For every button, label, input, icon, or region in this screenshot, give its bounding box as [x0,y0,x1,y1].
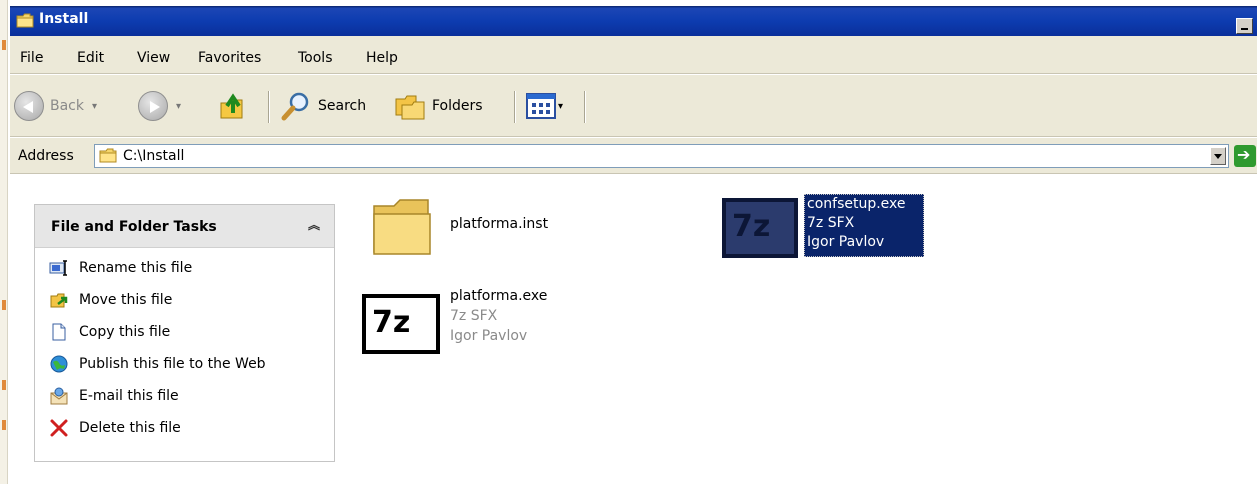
toolbar: Back ▾ ▾ Search Folders ▾ [10,75,1257,137]
task-email[interactable]: E-mail this file [49,383,179,409]
minimize-button[interactable] [1236,18,1253,34]
folders-label: Folders [432,98,483,114]
edge-mark [2,420,6,430]
forward-button[interactable]: ▾ [138,89,181,123]
tasks-header[interactable]: File and Folder Tasks ︽ [35,205,334,248]
task-label: Rename this file [79,260,193,276]
task-publish[interactable]: Publish this file to the Web [49,351,266,377]
views-icon [526,93,556,119]
toolbar-separator [514,91,516,123]
delete-icon [50,419,68,437]
file-description: 7z SFX [807,215,855,231]
menu-file[interactable]: File [20,50,43,66]
forward-dropdown-icon[interactable]: ▾ [176,101,181,112]
search-label: Search [318,98,367,114]
move-icon [50,293,68,308]
menu-edit[interactable]: Edit [77,50,104,66]
email-icon [50,387,68,405]
menu-tools[interactable]: Tools [298,50,333,66]
file-description: 7z SFX [450,308,498,324]
task-move[interactable]: Move this file [49,287,172,313]
file-company: Igor Pavlov [450,328,528,344]
folders-icon [395,95,425,120]
address-dropdown-button[interactable] [1210,147,1226,165]
task-copy[interactable]: Copy this file [49,319,170,345]
task-delete[interactable]: Delete this file [49,415,181,441]
address-value: C:\Install [123,148,185,164]
file-name: confsetup.exe [807,196,906,212]
publish-icon [50,355,68,373]
views-button[interactable]: ▾ [526,89,563,123]
file-name: platforma.inst [450,216,549,232]
back-dropdown-icon[interactable]: ▾ [92,101,97,112]
task-label: Delete this file [79,420,181,436]
forward-arrow-icon [138,91,168,121]
folder-icon [373,199,431,255]
window-title: Install [39,11,89,27]
edge-mark [2,300,6,310]
menu-help[interactable]: Help [366,50,398,66]
folder-icon [99,148,117,163]
address-input[interactable]: C:\Install [94,144,1229,168]
address-bar: Address C:\Install [10,138,1257,174]
search-button[interactable]: Search [280,89,366,123]
folder-icon [16,13,34,28]
task-label: Move this file [79,292,173,308]
selected-file-label: confsetup.exe 7z SFX Igor Pavlov [804,194,924,257]
menu-view[interactable]: View [137,50,170,66]
edge-mark [2,40,6,50]
rename-icon [49,260,67,276]
menu-bar: File Edit View Favorites Tools Help [10,36,1257,74]
copy-icon [52,323,66,341]
desktop-edge [0,0,8,484]
back-label: Back [50,98,84,114]
folders-button[interactable]: Folders [394,89,483,123]
explorer-window: Install File Edit View Favorites Tools H… [10,6,1257,484]
up-folder-icon [220,93,243,119]
menu-favorites[interactable]: Favorites [198,50,261,66]
edge-mark [2,380,6,390]
task-rename[interactable]: Rename this file [49,255,192,281]
back-button[interactable]: Back ▾ [14,89,97,123]
file-folder-tasks-box: File and Folder Tasks ︽ Rename this file [34,204,335,462]
title-bar[interactable]: Install [10,6,1257,36]
address-label: Address [18,148,74,164]
7z-archive-icon: 7z [722,198,798,258]
tasks-title: File and Folder Tasks [51,219,217,235]
file-company: Igor Pavlov [807,234,885,250]
back-arrow-icon [14,91,44,121]
task-label: Copy this file [79,324,171,340]
7z-archive-icon: 7z [362,294,440,354]
go-arrow-icon[interactable] [1234,145,1256,167]
task-label: Publish this file to the Web [79,356,266,372]
toolbar-separator [268,91,270,123]
task-label: E-mail this file [79,388,179,404]
file-name: platforma.exe [450,288,548,304]
search-icon [281,92,309,121]
views-dropdown-icon[interactable]: ▾ [558,101,563,112]
task-pane: File and Folder Tasks ︽ Rename this file [10,174,360,484]
collapse-chevron-icon[interactable]: ︽ [306,216,322,234]
icon-glyph: 7z [372,305,411,340]
toolbar-separator [584,91,586,123]
up-button[interactable] [218,89,248,123]
icon-glyph: 7z [732,209,771,244]
